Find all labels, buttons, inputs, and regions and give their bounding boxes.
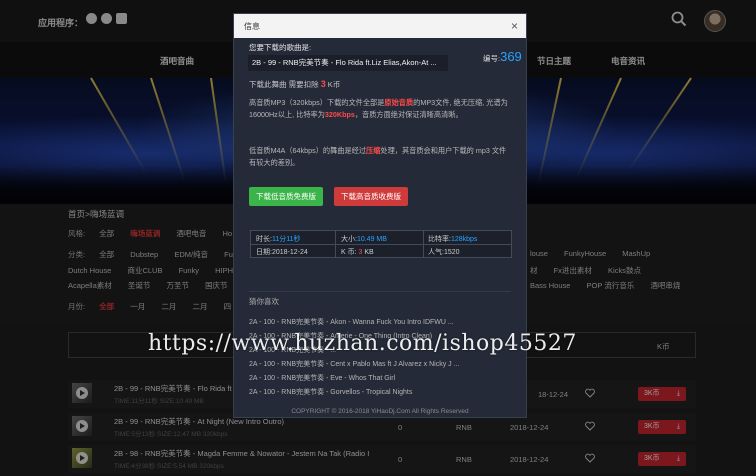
download-free-button[interactable]: 下载低音质免费版 — [249, 187, 323, 206]
lq-description: 低音质M4A（64kbps）的舞曲是经过压缩处理，其音质会和用户下载的 mp3 … — [249, 145, 511, 169]
info-label: 日期: — [256, 249, 272, 256]
divider — [423, 231, 424, 257]
song-name: 2B - 99 - RNB完美节奏 - Flo Rida ft.Liz Elia… — [248, 55, 448, 71]
info-label: 大小: — [341, 236, 357, 243]
divider — [251, 244, 511, 245]
hq-desc-part: 高音质MP3（320kbps）下载的文件全部是 — [249, 98, 385, 107]
divider — [335, 231, 336, 257]
hq-desc-highlight: 原始音质 — [384, 98, 414, 107]
info-label: 时长: — [256, 236, 272, 243]
recommend-title: 猜你喜欢 — [249, 297, 279, 306]
watermark: https://www.huzhan.com/ishop45527 — [148, 331, 577, 356]
hq-desc-part: ，音质方面绝对保证清晰高清晰。 — [354, 110, 463, 119]
recommend-item[interactable]: 2A - 100 - RNB完美节奏 - Akon - Wanna Fuck Y… — [249, 317, 511, 327]
song-info-table: 时长:11分11秒 大小:10.49 MB 比特率:128kbps 日期:201… — [250, 230, 512, 258]
info-label: 人气: — [428, 249, 444, 256]
download-modal: 信息 × 您要下载的歌曲是: 2B - 99 - RNB完美节奏 - Flo R… — [233, 13, 527, 418]
hq-description: 高音质MP3（320kbps）下载的文件全部是原始音质的MP3文件, 绝无压缩,… — [249, 97, 511, 121]
divider — [249, 291, 511, 292]
download-paid-button[interactable]: 下载高音质收费版 — [334, 187, 408, 206]
song-id-value: 369 — [500, 49, 522, 64]
song-id-label: 编号: — [483, 54, 501, 63]
info-date: 日期:2018-12-24 — [256, 247, 308, 257]
info-value: 2018-12-24 — [271, 249, 308, 256]
deduct-note: 下载此舞曲 需要扣除 3 K币 — [249, 79, 340, 90]
song-label: 您要下载的歌曲是: — [249, 43, 312, 52]
info-size: 大小:10.49 MB — [341, 234, 387, 244]
deduct-suffix: K币 — [327, 80, 341, 89]
modal-header: 信息 × — [234, 14, 526, 38]
info-kb: K 币: 3 KB — [341, 247, 374, 257]
info-value: 128kbps — [450, 236, 478, 243]
recommend-item[interactable]: 2A - 100 - RNB完美节奏 - Gorvellos - Tropica… — [249, 387, 511, 397]
lq-desc-highlight: 压缩 — [366, 146, 381, 155]
recommend-item[interactable]: 2A - 100 - RNB完美节奏 - Eve - Whos That Gir… — [249, 373, 511, 383]
copyright: COPYRIGHT © 2016-2018 YiHaoDj.Com All Ri… — [291, 408, 469, 415]
deduct-prefix: 下载此舞曲 需要扣除 — [249, 80, 319, 89]
info-value: 11分11秒 — [271, 236, 301, 243]
song-id: 编号:369 — [483, 49, 522, 64]
info-value: 1520 — [443, 249, 460, 256]
recommend-item[interactable]: 2A - 100 - RNB完美节奏 - Cent x Pablo Mas ft… — [249, 359, 511, 369]
info-popularity: 人气:1520 — [428, 247, 460, 257]
info-label: K 币: — [341, 249, 357, 256]
info-duration: 时长:11分11秒 — [256, 234, 301, 244]
deduct-amount: 3 — [320, 79, 326, 89]
lq-desc-part: 低音质M4A（64kbps）的舞曲是经过 — [249, 146, 367, 155]
info-bitrate: 比特率:128kbps — [428, 234, 477, 244]
close-icon[interactable]: × — [511, 19, 518, 33]
info-value: 10.49 MB — [356, 236, 387, 243]
info-value: 3 — [358, 249, 363, 256]
info-unit: KB — [364, 249, 374, 256]
hq-desc-highlight: 320Kbps — [324, 110, 355, 119]
info-label: 比特率: — [428, 236, 451, 243]
modal-title: 信息 — [244, 22, 260, 31]
